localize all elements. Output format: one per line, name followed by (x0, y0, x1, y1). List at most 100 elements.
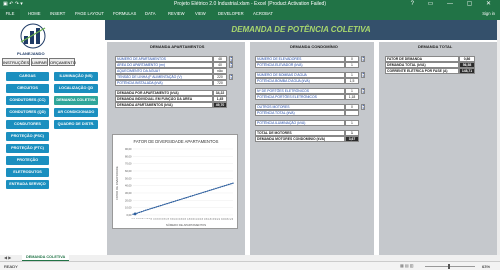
row-label: DEMANDA POR APARTAMENTO (kVA) (115, 90, 213, 96)
row-label: CORRENTE ELÉTRICA POR FASE (A) (385, 68, 459, 74)
spinner-icon[interactable]: ▲ ▼ (229, 62, 233, 68)
protecao-button[interactable]: PROTEÇÃO (6, 156, 49, 165)
row-label: POTÊNCIA ILUMINAÇÃO (kVA) (255, 120, 345, 126)
view-mode-icons[interactable]: ▦ ▤ ▥ (400, 263, 414, 268)
row-label: TOTAL DE MOTORES (255, 130, 345, 136)
zoom-level[interactable]: 63% (482, 264, 490, 269)
quick-access-toolbar[interactable]: ▣ ↶ ↷ ▾ (3, 1, 23, 7)
window-controls[interactable]: ? ▭ — ▢ ✕ (411, 0, 497, 7)
spinner-icon[interactable]: ▲ ▼ (361, 88, 365, 94)
data-point (147, 208, 149, 211)
data-point (176, 199, 179, 202)
spinner-icon[interactable]: ▲ ▼ (361, 72, 365, 78)
data-point (221, 185, 224, 188)
row-value: 49,70 (213, 102, 227, 108)
localizacao-qd-button[interactable]: LOCALIZAÇÃO QD (54, 84, 98, 93)
tab-insert[interactable]: INSERT (50, 11, 65, 16)
tab-review[interactable]: REVIEW (168, 11, 185, 16)
x-tick-label: 48 (232, 218, 234, 220)
tab-page-layout[interactable]: PAGE LAYOUT (75, 11, 104, 16)
data-point (225, 184, 228, 186)
cond-row-pot-elevador: POTÊNCIA ELEVADOR (kVA) 1 (255, 62, 367, 68)
row-value[interactable]: 1 (345, 120, 359, 126)
entrada-servico-button[interactable]: ENTRADA SERVIÇO (6, 180, 49, 189)
zoom-slider[interactable] (425, 266, 475, 267)
spinner-icon[interactable]: ▲ ▼ (229, 56, 233, 62)
instrucoes-button[interactable]: INSTRUÇÕES (2, 58, 30, 66)
data-point (157, 205, 160, 207)
apto-row-aquecimento: AQUECIMENTO DA ÁGUA? não (115, 68, 235, 74)
circuitos-button[interactable]: CIRCUITOS (6, 84, 49, 93)
row-label: DEMANDA APARTAMENTOS (kVA) (115, 102, 213, 108)
data-point (170, 201, 172, 204)
protecao-psc-button[interactable]: PROTEÇÃO (PSC) (6, 132, 49, 141)
quadro-distribuicao-button[interactable]: QUADRO DE DISTR. (54, 120, 98, 129)
data-point (153, 206, 155, 209)
y-tick-label: 40,00 (125, 184, 132, 188)
sheet-nav-icon[interactable]: ◀ ▶ (4, 255, 11, 260)
tab-home[interactable]: HOME (28, 11, 41, 16)
row-label: DEMANDA TOTAL (kVA) (385, 62, 459, 68)
row-value[interactable]: 220 (213, 74, 227, 80)
tab-data[interactable]: DATA (145, 11, 156, 16)
tab-view[interactable]: VIEW (195, 11, 206, 16)
y-tick-label: 80,00 (125, 154, 132, 158)
data-point (206, 190, 209, 192)
limpar-button[interactable]: LIMPAR (31, 58, 48, 66)
y-tick-label: 50,00 (125, 176, 132, 180)
spinner-icon[interactable]: ▲ ▼ (361, 104, 365, 110)
tab-developer[interactable]: DEVELOPER (218, 11, 244, 16)
planejando-logo-icon (20, 23, 46, 49)
condutores-button[interactable]: CONDUTORES (6, 120, 49, 129)
cargas-button[interactable]: CARGAS (6, 72, 49, 81)
row-value[interactable]: 0 (345, 56, 359, 62)
spinner-icon[interactable]: ▲ ▼ (229, 74, 233, 80)
row-value[interactable] (345, 110, 359, 116)
row-value: 3,67 (345, 136, 359, 142)
diversity-factor-chart: FATOR DE DIVERSIDADE APARTAMENTOS FATOR … (112, 134, 238, 229)
y-tick-label: 30,00 (125, 191, 132, 195)
cond-row-elevadores: NÚMERO DE ELEVADORES 0 ▲ ▼ (255, 56, 367, 62)
row-label: POTÊNCIA BOMBA D'ÁGUA (kVA) (255, 78, 345, 84)
row-label: POTÊNCIA PORTÕES ELETRÔNICOS (255, 94, 345, 100)
data-point (136, 212, 138, 214)
page-title: DEMANDA DE POTÊNCIA COLETIVA (231, 25, 371, 34)
zoom-slider-thumb[interactable] (448, 264, 450, 269)
orcamento-button[interactable]: ORÇAMENTO (49, 58, 76, 66)
condutores-cc-button[interactable]: CONDUTORES (CC) (6, 96, 49, 105)
row-value[interactable]: 1,5 (345, 78, 359, 84)
row-value[interactable]: não (213, 68, 227, 74)
data-point (208, 189, 211, 192)
tab-file[interactable]: FILE (0, 9, 20, 20)
ar-condicionado-button[interactable]: AR CONDICIONADO (54, 108, 98, 117)
row-label: DEMANDA INDIVIDUAL EM FUNÇÃO DA ÁREA (115, 96, 213, 102)
iluminacao-ns-button[interactable]: ILUMINAÇÃO (NS) (54, 72, 98, 81)
row-value[interactable]: 1 (345, 72, 359, 78)
row-value[interactable]: 0 (345, 104, 359, 110)
eletrodutos-button[interactable]: ELETRODUTOS (6, 168, 49, 177)
tab-formulas[interactable]: FORMULAS (113, 11, 136, 16)
row-value: 0,86 (459, 56, 475, 62)
spinner-icon[interactable]: ▲ ▼ (361, 56, 365, 62)
data-point (179, 198, 181, 201)
row-value[interactable]: 48 (213, 56, 227, 62)
data-point (200, 192, 202, 194)
condutores-qd-button[interactable]: CONDUTORES (QD) (6, 108, 49, 117)
row-value[interactable]: 1,18 (345, 94, 359, 100)
row-label: ÁREA DO APARTAMENTO (m²) (115, 62, 213, 68)
row-value[interactable]: 40 (213, 62, 227, 68)
cond-row-bombas: NÚMERO DE BOMBAS D'ÁGUA 1 ▲ ▼ (255, 72, 367, 78)
window-title: Projeto Elétrico 2.0 Industrial.xlsm - E… (173, 1, 326, 7)
data-point (204, 191, 207, 193)
data-point (155, 206, 158, 208)
tab-acrobat[interactable]: ACROBAT (253, 11, 273, 16)
row-value[interactable]: 1 (345, 88, 359, 94)
data-point (187, 196, 190, 198)
ribbon-tabs: FILE HOME INSERT PAGE LAYOUT FORMULAS DA… (0, 9, 500, 20)
protecao-ptc-button[interactable]: PROTEÇÃO (PTC) (6, 144, 49, 153)
row-value[interactable]: 1 (345, 62, 359, 68)
demanda-coletiva-button[interactable]: DEMANDA COLETIVA (54, 96, 98, 105)
row-label: POTÊNCIA TOTAL (kVA) (255, 110, 345, 116)
sign-in-link[interactable]: Sign in (482, 11, 495, 16)
y-tick-label: 10,00 (125, 206, 132, 210)
